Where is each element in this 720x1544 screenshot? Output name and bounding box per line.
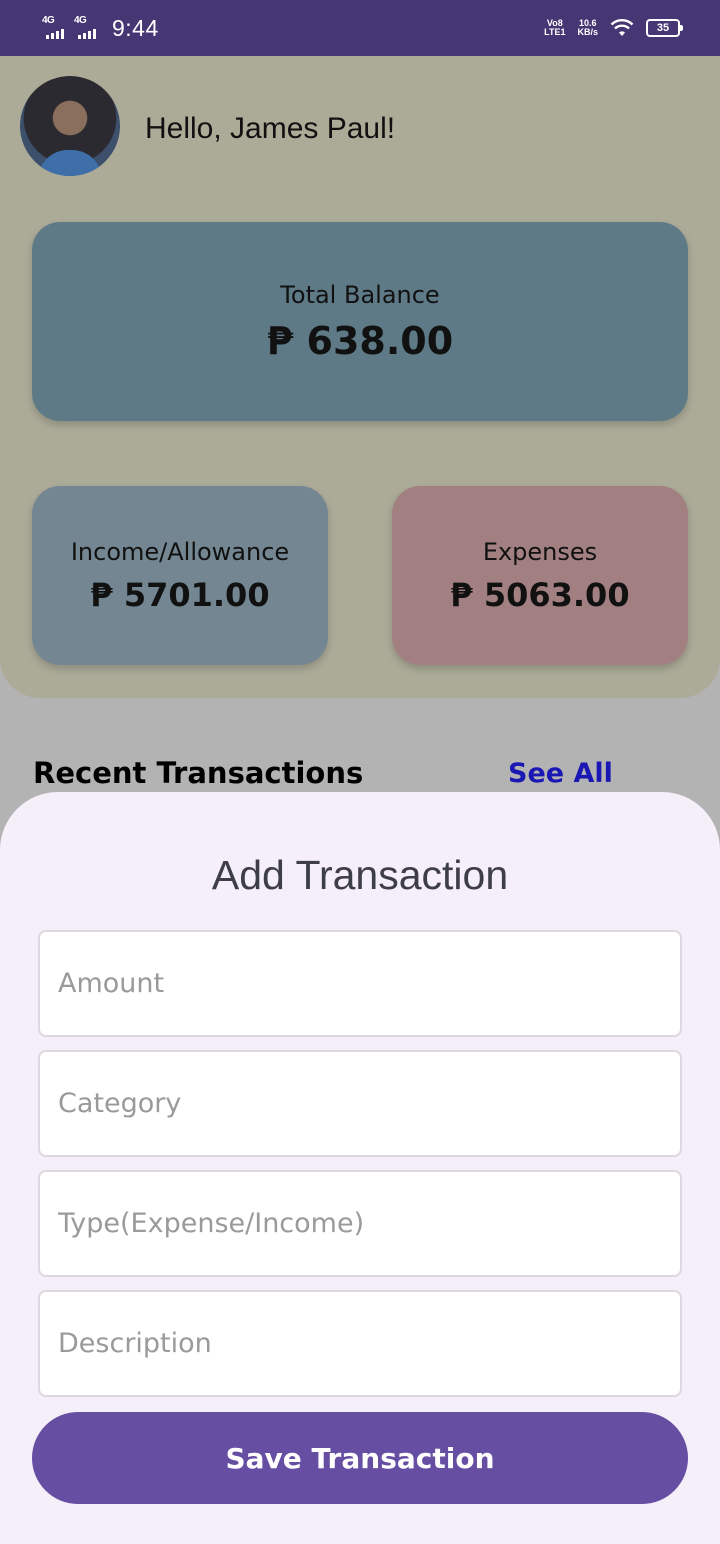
save-transaction-button[interactable]: Save Transaction [32,1412,688,1504]
volte-indicator: Vo8 LTE1 [544,18,566,37]
summary-panel: Hello, James Paul! Total Balance ₱ 638.0… [0,56,720,698]
status-right: Vo8 LTE1 10.6 KB/s 35 [544,18,683,37]
sheet-title: Add Transaction [211,852,509,898]
status-left: 4G 4G 9:44 [42,15,159,42]
status-bar: 4G 4G 9:44 Vo8 LTE1 10.6 KB/s 35 [0,0,720,56]
network-type-1: 4G [42,15,55,26]
amount-field[interactable] [38,930,682,1037]
expenses-card: Expenses ₱ 5063.00 [392,486,688,665]
wifi-icon [610,19,634,36]
total-balance-card: Total Balance ₱ 638.00 [32,222,688,421]
category-field[interactable] [38,1050,682,1157]
see-all-link[interactable]: See All [508,758,613,789]
income-card: Income/Allowance ₱ 5701.00 [32,486,328,665]
expenses-label: Expenses [482,537,598,566]
greeting-text: Hello, James Paul! [145,112,396,145]
signal-bars-icon [78,29,96,39]
avatar[interactable] [20,76,120,176]
battery-icon: 35 [646,19,683,37]
signal-1: 4G [42,15,64,39]
expenses-amount: ₱ 5063.00 [450,575,630,614]
clock: 9:44 [112,14,159,41]
signal-2: 4G [74,15,96,39]
description-field[interactable] [38,1290,682,1397]
income-label: Income/Allowance [70,537,290,566]
total-balance-amount: ₱ 638.00 [266,318,454,363]
type-field[interactable] [38,1170,682,1277]
network-speed: 10.6 KB/s [577,18,598,37]
network-type-2: 4G [74,15,87,26]
total-balance-label: Total Balance [280,280,440,309]
add-transaction-sheet: Add Transaction Save Transaction [0,792,720,1544]
recent-transactions-title: Recent Transactions [33,756,364,790]
income-amount: ₱ 5701.00 [90,575,270,614]
signal-bars-icon [46,29,64,39]
battery-level: 35 [656,22,670,34]
